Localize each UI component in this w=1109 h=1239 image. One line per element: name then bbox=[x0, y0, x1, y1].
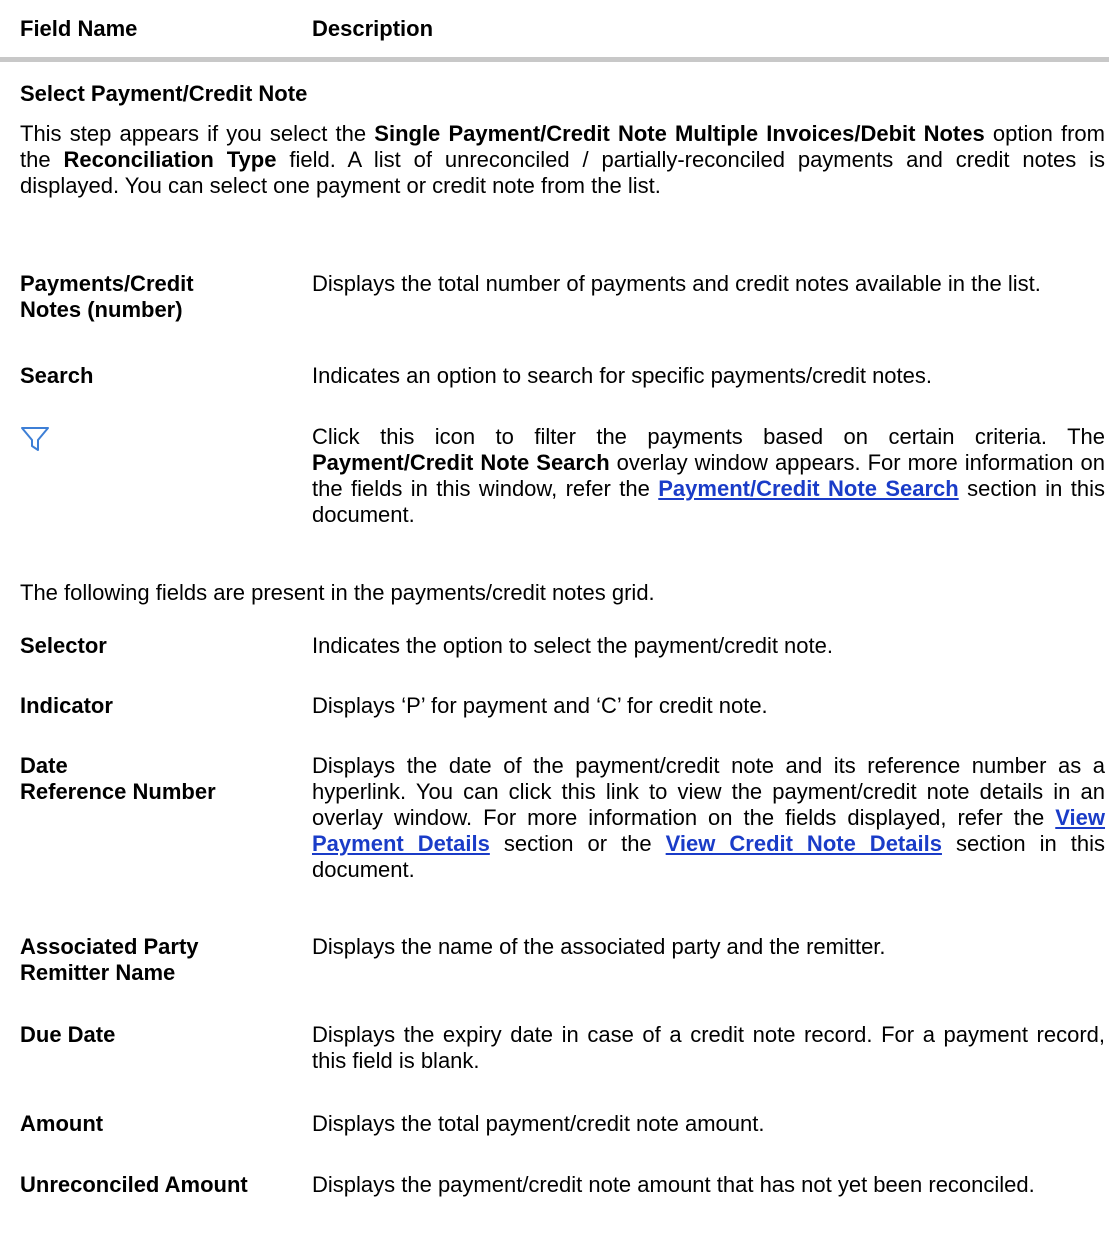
field-name: Due Date bbox=[20, 1022, 116, 1047]
field-description: Indicates the option to select the payme… bbox=[312, 633, 833, 658]
field-name-line-2: Remitter Name bbox=[20, 960, 176, 985]
field-name: Date Reference Number bbox=[20, 753, 300, 805]
field-name-line-2: Reference Number bbox=[20, 779, 216, 804]
field-description: Indicates an option to search for specif… bbox=[312, 363, 932, 388]
section-title: Select Payment/Credit Note bbox=[20, 81, 308, 106]
intro-bold-option: Single Payment/Credit Note Multiple Invo… bbox=[374, 121, 985, 146]
field-name: Search bbox=[20, 363, 94, 388]
field-name-line-1: Payments/Credit bbox=[20, 271, 194, 296]
field-description: Displays the total number of payments an… bbox=[312, 271, 1041, 296]
header-field-name: Field Name bbox=[20, 16, 138, 41]
field-name: Associated Party Remitter Name bbox=[20, 934, 300, 986]
field-description: Displays the payment/credit note amount … bbox=[312, 1172, 1035, 1197]
field-name: Amount bbox=[20, 1111, 104, 1136]
date-ref-desc-text-1: Displays the date of the payment/credit … bbox=[312, 753, 1105, 830]
grid-intro: The following fields are present in the … bbox=[20, 580, 655, 605]
section-intro: This step appears if you select the Sing… bbox=[20, 121, 1105, 199]
view-credit-note-details-link[interactable]: View Credit Note Details bbox=[666, 831, 942, 856]
field-name-line-1: Associated Party bbox=[20, 934, 199, 959]
filter-icon bbox=[20, 424, 50, 454]
field-name: Indicator bbox=[20, 693, 113, 718]
filter-desc-text-1: Click this icon to filter the payments b… bbox=[312, 424, 1105, 449]
table-header: Field Name Description bbox=[0, 0, 1109, 62]
field-name-line-2: Notes (number) bbox=[20, 297, 183, 322]
date-ref-desc-text-2: section or the bbox=[489, 831, 666, 856]
field-description: Displays the name of the associated part… bbox=[312, 934, 886, 959]
field-name: Payments/Credit Notes (number) bbox=[20, 271, 300, 323]
payment-credit-note-search-link[interactable]: Payment/Credit Note Search bbox=[658, 476, 958, 501]
field-description: Click this icon to filter the payments b… bbox=[312, 424, 1105, 528]
intro-text-1: This step appears if you select the bbox=[20, 121, 375, 146]
field-name: Unreconciled Amount bbox=[20, 1172, 248, 1197]
field-name-line-1: Date bbox=[20, 753, 68, 778]
intro-bold-field: Reconciliation Type bbox=[63, 147, 277, 172]
field-description: Displays the date of the payment/credit … bbox=[312, 753, 1105, 883]
header-description: Description bbox=[312, 16, 434, 41]
filter-desc-bold: Payment/Credit Note Search bbox=[312, 450, 610, 475]
field-description: Displays ‘P’ for payment and ‘C’ for cre… bbox=[312, 693, 768, 718]
field-description: Displays the expiry date in case of a cr… bbox=[312, 1022, 1105, 1073]
field-name: Selector bbox=[20, 633, 107, 658]
field-description: Displays the total payment/credit note a… bbox=[312, 1111, 765, 1136]
